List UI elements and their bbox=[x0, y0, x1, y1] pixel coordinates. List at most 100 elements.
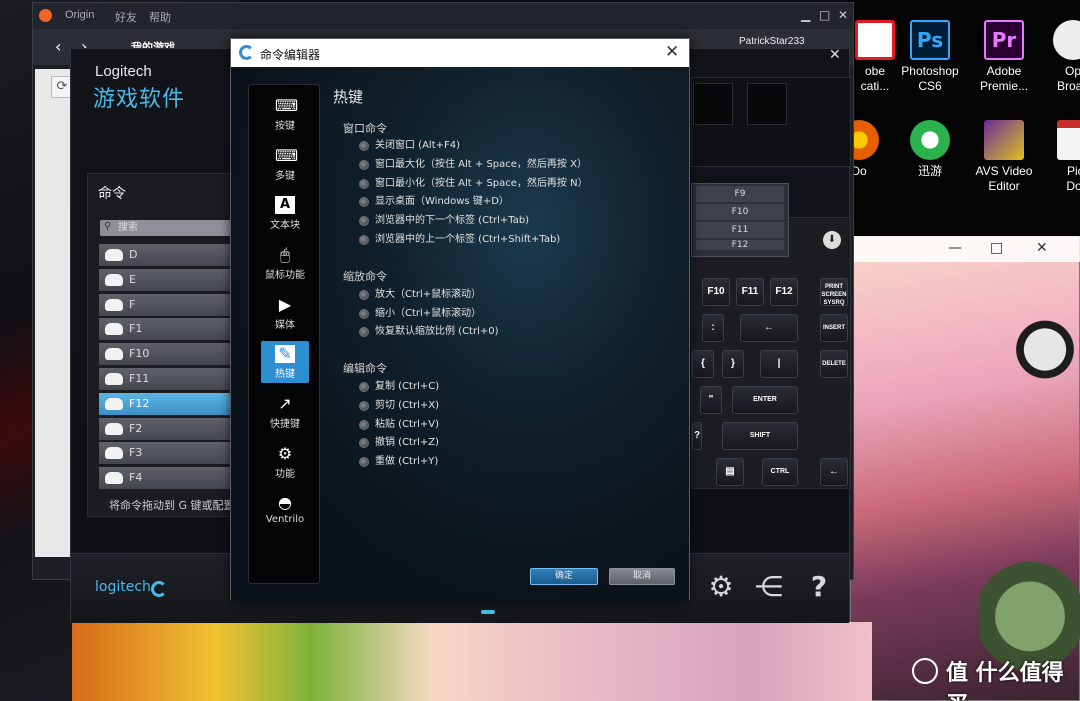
key-colon[interactable]: : bbox=[702, 314, 724, 342]
maximize-icon[interactable]: □ bbox=[819, 8, 830, 22]
command-item-f11[interactable]: F11 bbox=[99, 367, 236, 390]
logitech-logo: logitech bbox=[95, 579, 151, 595]
minimize-icon[interactable]: — bbox=[948, 240, 962, 256]
settings-gear-icon[interactable]: ⚙ bbox=[705, 571, 737, 603]
fkey-f9[interactable]: F9 bbox=[696, 186, 784, 202]
key-pipe[interactable]: | bbox=[760, 350, 798, 378]
fkey-f10[interactable]: F10 bbox=[696, 204, 784, 220]
key-bracket-close[interactable]: } bbox=[722, 350, 744, 378]
dialog-title: 命令编辑器 bbox=[260, 48, 321, 62]
help-icon[interactable]: ? bbox=[803, 571, 835, 603]
key-shift[interactable]: SHIFT bbox=[722, 422, 798, 450]
sidebar-item-ventrilo[interactable]: ◓ Ventrilo bbox=[261, 490, 309, 532]
command-item-e[interactable]: E bbox=[99, 268, 236, 291]
radio-button[interactable] bbox=[359, 141, 369, 151]
command-item-f[interactable]: F bbox=[99, 293, 236, 316]
sidebar-item-function[interactable]: ⚙ 功能 bbox=[261, 441, 309, 483]
command-search-input[interactable]: 搜索 bbox=[100, 220, 236, 236]
key-f12[interactable]: F12 bbox=[770, 278, 798, 306]
sidebar-item-shortcut[interactable]: ↗ 快捷键 bbox=[261, 391, 309, 433]
key-f10[interactable]: F10 bbox=[702, 278, 730, 306]
radio-button[interactable] bbox=[359, 420, 369, 430]
cancel-button[interactable]: 取消 bbox=[609, 568, 675, 585]
sidebar-item-mouse[interactable]: 🖱 鼠标功能 bbox=[261, 242, 309, 284]
radio-button[interactable] bbox=[359, 160, 369, 170]
close-icon[interactable]: ✕ bbox=[665, 42, 679, 62]
command-item-f12[interactable]: F12 bbox=[99, 392, 236, 415]
command-editor-dialog: 命令编辑器 ✕ ⌨ 按键 ⌨ 多键 A 文本块 🖱 鼠标功能 ▶ 媒体 ✎ 热键… bbox=[230, 38, 690, 601]
radio-button[interactable] bbox=[359, 290, 369, 300]
key-f11[interactable]: F11 bbox=[736, 278, 764, 306]
command-item-f2[interactable]: F2 bbox=[99, 417, 236, 440]
fkey-f12[interactable]: F12 bbox=[696, 240, 784, 250]
shortcut-icon: ↗ bbox=[278, 394, 292, 413]
command-item-f4[interactable]: F4 bbox=[99, 467, 236, 490]
desktop-icon-picture[interactable]: Pict Doc bbox=[1040, 120, 1080, 194]
close-icon[interactable]: ✕ bbox=[829, 47, 841, 63]
sidebar-item-key[interactable]: ⌨ 按键 bbox=[261, 93, 309, 135]
desktop-icon-premiere[interactable]: Pr Adobe Premie... bbox=[967, 20, 1041, 94]
key-print-screen[interactable]: PRINT SCREEN SYSRQ bbox=[820, 278, 848, 306]
key-left-arrow[interactable]: ← bbox=[820, 458, 848, 486]
desktop-icon-label: AVS Video Editor bbox=[975, 164, 1033, 193]
device-screen-1 bbox=[693, 83, 733, 125]
section-heading: 热键 bbox=[333, 88, 364, 106]
command-item-d[interactable]: D bbox=[99, 244, 236, 266]
sidebar-item-media[interactable]: ▶ 媒体 bbox=[261, 292, 309, 334]
minimize-icon[interactable]: ▁ bbox=[801, 8, 810, 22]
maximize-icon[interactable]: □ bbox=[990, 240, 1003, 256]
desktop-icon-obs[interactable]: Op Broad bbox=[1036, 20, 1080, 94]
desktop-icon-avs[interactable]: AVS Video Editor bbox=[967, 120, 1041, 194]
close-icon[interactable]: ✕ bbox=[1036, 240, 1048, 256]
key-icon bbox=[105, 422, 123, 435]
radio-button[interactable] bbox=[359, 197, 369, 207]
logitech-g-logo-icon bbox=[151, 581, 167, 597]
radio-button[interactable] bbox=[359, 457, 369, 467]
command-item-f3[interactable]: F3 bbox=[99, 442, 236, 465]
desktop-icon-photoshop[interactable]: Ps Photoshop CS6 bbox=[893, 20, 967, 94]
key-icon bbox=[105, 447, 123, 460]
radio-button[interactable] bbox=[359, 438, 369, 448]
origin-username[interactable]: PatrickStar233 bbox=[739, 36, 805, 47]
key-menu[interactable]: ▤ bbox=[716, 458, 744, 486]
close-icon[interactable]: ✕ bbox=[838, 8, 848, 22]
back-arrow-icon[interactable]: ‹ bbox=[55, 37, 61, 56]
key-enter[interactable]: ENTER bbox=[732, 386, 798, 414]
adobe-acrobat-icon bbox=[855, 20, 895, 60]
radio-button[interactable] bbox=[359, 401, 369, 411]
drag-hint-text: 将命令拖动到 G 键或配置 bbox=[109, 499, 235, 512]
key-question[interactable]: ? bbox=[692, 422, 702, 450]
fkey-f11[interactable]: F11 bbox=[696, 222, 784, 238]
radio-button[interactable] bbox=[359, 309, 369, 319]
radio-button[interactable] bbox=[359, 327, 369, 337]
commands-panel: 命令 搜索 ⚲ D E F F1 F10 F11 F12 F2 F3 F4 bbox=[87, 173, 236, 517]
radio-button[interactable] bbox=[359, 382, 369, 392]
textblock-icon: A bbox=[275, 196, 295, 214]
function-icon: ⚙ bbox=[277, 444, 293, 463]
key-ctrl[interactable]: CTRL bbox=[762, 458, 798, 486]
key-delete[interactable]: DELETE bbox=[820, 350, 848, 378]
sidebar-item-multikey[interactable]: ⌨ 多键 bbox=[261, 143, 309, 185]
sidebar-item-textblock[interactable]: A 文本块 bbox=[261, 192, 309, 234]
share-icon[interactable]: ⋲ bbox=[753, 571, 785, 603]
radio-button[interactable] bbox=[359, 179, 369, 189]
key-insert[interactable]: INSERT bbox=[820, 314, 848, 342]
desktop-icon-label: Pict Doc bbox=[1066, 164, 1080, 193]
key-backspace[interactable]: ← bbox=[740, 314, 798, 342]
sidebar-item-hotkey[interactable]: ✎ 热键 bbox=[261, 341, 309, 383]
command-item-f1[interactable]: F1 bbox=[99, 318, 236, 341]
radio-button[interactable] bbox=[359, 216, 369, 226]
scroll-down-icon[interactable]: ⬇ bbox=[823, 231, 841, 249]
command-list: D E F F1 F10 F11 F12 F2 F3 F4 bbox=[99, 244, 236, 492]
command-item-f10[interactable]: F10 bbox=[99, 343, 236, 366]
key-quote[interactable]: " bbox=[700, 386, 722, 414]
desktop-icon-xunyou[interactable]: 迅游 bbox=[893, 120, 967, 179]
radio-button[interactable] bbox=[359, 235, 369, 245]
key-bracket-open[interactable]: { bbox=[692, 350, 714, 378]
xunyou-icon bbox=[910, 120, 950, 160]
origin-app-name[interactable]: Origin bbox=[65, 9, 94, 21]
origin-menu-friends[interactable]: 好友 bbox=[115, 9, 137, 25]
group-title-zoom: 缩放命令 bbox=[343, 270, 387, 283]
origin-menu-help[interactable]: 帮助 bbox=[149, 9, 171, 25]
ok-button[interactable]: 确定 bbox=[530, 568, 598, 585]
